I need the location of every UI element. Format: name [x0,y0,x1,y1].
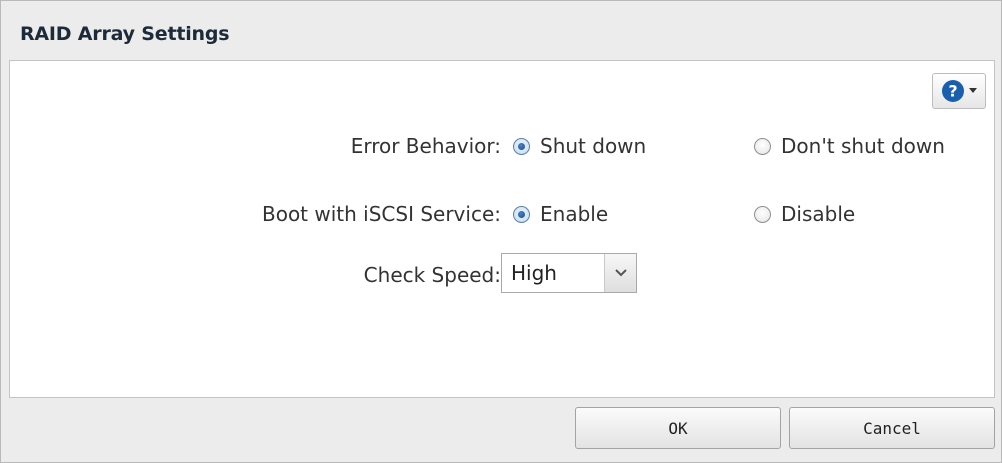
chevron-down-icon[interactable] [604,254,636,292]
settings-panel: ? Error Behavior: Shut down Don't shut d… [9,60,995,398]
radio-unselected-icon [754,205,771,223]
caret-down-icon [969,88,977,93]
error-behavior-label: Error Behavior: [350,134,501,158]
iscsi-label: Boot with iSCSI Service: [261,202,501,226]
iscsi-disable-radio[interactable]: Disable [754,202,855,226]
question-circle-icon: ? [942,80,964,102]
svg-text:?: ? [948,82,957,101]
dialog-title: RAID Array Settings [20,23,230,45]
check-speed-select[interactable]: High [501,253,637,293]
radio-unselected-icon [754,137,771,155]
radio-label: Disable [781,202,856,226]
help-button[interactable]: ? [932,73,986,109]
radio-label: Enable [540,202,609,226]
radio-label: Don't shut down [781,134,945,158]
ok-button[interactable]: OK [575,407,781,449]
radio-label: Shut down [540,134,647,158]
check-speed-value: High [511,261,557,285]
error-behavior-shutdown-radio[interactable]: Shut down [513,134,646,158]
cancel-button[interactable]: Cancel [789,407,995,449]
raid-settings-dialog: RAID Array Settings ? Error Behavior: Sh… [0,0,1002,463]
iscsi-enable-radio[interactable]: Enable [513,202,608,226]
error-behavior-no-shutdown-radio[interactable]: Don't shut down [754,134,945,158]
radio-selected-icon [513,205,530,223]
check-speed-label: Check Speed: [363,263,501,287]
radio-selected-icon [513,137,530,155]
